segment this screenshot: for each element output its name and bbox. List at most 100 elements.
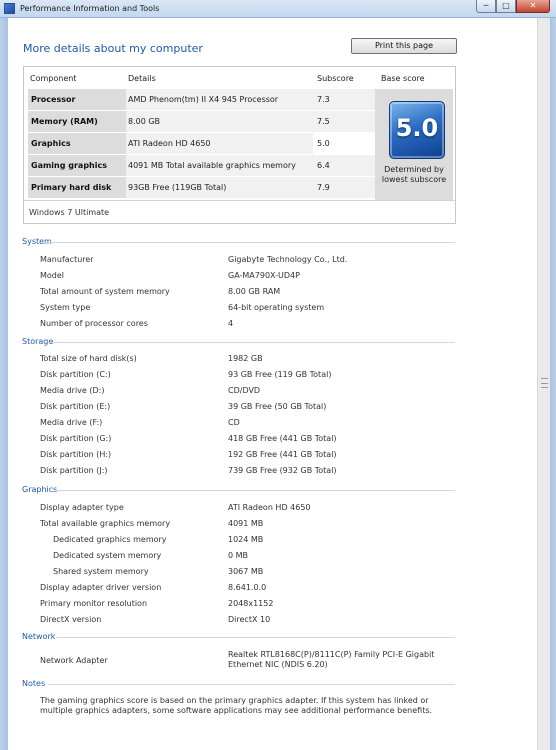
column-header-details: Details	[128, 74, 156, 83]
storage-f-label: Media drive (F:)	[40, 418, 103, 427]
storage-g-label: Disk partition (G:)	[40, 434, 112, 443]
storage-f-value: CD	[228, 418, 240, 427]
graphics-driver-value: 8.641.0.0	[228, 583, 267, 592]
graphics-dedicated-system-label: Dedicated system memory	[53, 551, 162, 560]
base-score-caption: Determined by lowest subscore	[375, 165, 453, 185]
score-table-header: Component Details Subscore Base score	[24, 67, 455, 89]
section-title-graphics: Graphics	[22, 485, 58, 494]
windows-edition: Windows 7 Ultimate	[24, 200, 455, 223]
storage-h-label: Disk partition (H:)	[40, 450, 112, 459]
system-model-label: Model	[40, 271, 65, 280]
graphics-resolution-label: Primary monitor resolution	[40, 599, 148, 608]
component-details: 4091 MB Total available graphics memory	[126, 155, 313, 176]
storage-e-label: Disk partition (E:)	[40, 402, 111, 411]
system-cores-value: 4	[228, 319, 234, 328]
score-row-graphics: Graphics ATI Radeon HD 4650 5.0	[28, 133, 375, 154]
score-row-memory: Memory (RAM) 8.00 GB 7.5	[28, 111, 375, 132]
component-subscore: 6.4	[313, 155, 375, 176]
component-name: Primary hard disk	[28, 177, 126, 198]
scrollbar-grip-icon[interactable]	[541, 378, 548, 388]
base-score-caption-line-2: lowest subscore	[381, 175, 447, 184]
network-adapter-value: Realtek RTL8168C(P)/8111C(P) Family PCI-…	[228, 650, 435, 669]
system-memory-value: 8.00 GB RAM	[228, 287, 281, 296]
storage-e-value: 39 GB Free (50 GB Total)	[228, 402, 327, 411]
storage-total-label: Total size of hard disk(s)	[40, 354, 137, 363]
component-details: ATI Radeon HD 4650	[126, 133, 313, 154]
score-row-gaming-graphics: Gaming graphics 4091 MB Total available …	[28, 155, 375, 176]
system-manufacturer-label: Manufacturer	[40, 255, 94, 264]
storage-c-label: Disk partition (C:)	[40, 370, 111, 379]
component-details: 8.00 GB	[126, 111, 313, 132]
column-header-component: Component	[30, 74, 77, 83]
component-name: Graphics	[28, 133, 126, 154]
vertical-scrollbar[interactable]	[537, 18, 550, 750]
title-bar: Performance Information and Tools ─ □ ✕	[0, 0, 556, 18]
window-title: Performance Information and Tools	[20, 4, 160, 13]
storage-g-value: 418 GB Free (441 GB Total)	[228, 434, 337, 443]
storage-d-value: CD/DVD	[228, 386, 261, 395]
maximize-button[interactable]: □	[496, 0, 516, 13]
graphics-total-memory-value: 4091 MB	[228, 519, 264, 528]
column-header-subscore: Subscore	[317, 74, 354, 83]
component-details: 93GB Free (119GB Total)	[126, 177, 313, 198]
graphics-resolution-value: 2048x1152	[228, 599, 274, 608]
system-type-label: System type	[40, 303, 91, 312]
score-row-processor: Processor AMD Phenom(tm) II X4 945 Proce…	[28, 89, 375, 110]
graphics-directx-value: DirectX 10	[228, 615, 271, 624]
storage-c-value: 93 GB Free (119 GB Total)	[228, 370, 332, 379]
score-table: Component Details Subscore Base score Pr…	[23, 66, 456, 224]
close-button[interactable]: ✕	[516, 0, 550, 13]
storage-j-label: Disk partition (J:)	[40, 466, 108, 475]
network-adapter-label: Network Adapter	[40, 656, 108, 665]
content-pane: More details about my computer Print thi…	[8, 18, 537, 750]
graphics-dedicated-system-value: 0 MB	[228, 551, 249, 560]
graphics-adapter-label: Display adapter type	[40, 503, 124, 512]
component-name: Memory (RAM)	[28, 111, 126, 132]
section-divider	[44, 242, 455, 243]
section-title-notes: Notes	[22, 679, 46, 688]
section-divider	[56, 490, 455, 491]
section-divider	[48, 342, 455, 343]
component-subscore: 7.5	[313, 111, 375, 132]
base-score-value: 5.0	[395, 114, 439, 142]
graphics-total-memory-label: Total available graphics memory	[40, 519, 171, 528]
print-page-button[interactable]: Print this page	[351, 38, 457, 54]
storage-h-value: 192 GB Free (441 GB Total)	[228, 450, 337, 459]
base-score-cell: 5.0 Determined by lowest subscore	[375, 89, 453, 201]
performance-app-icon	[4, 3, 15, 14]
storage-total-value: 1982 GB	[228, 354, 263, 363]
storage-d-label: Media drive (D:)	[40, 386, 105, 395]
section-divider	[56, 637, 455, 638]
section-title-network: Network	[22, 632, 56, 641]
graphics-shared-memory-value: 3067 MB	[228, 567, 264, 576]
component-subscore: 7.3	[313, 89, 375, 110]
graphics-driver-label: Display adapter driver version	[40, 583, 162, 592]
page-heading: More details about my computer	[23, 42, 203, 55]
system-memory-label: Total amount of system memory	[40, 287, 170, 296]
component-subscore: 7.9	[313, 177, 375, 198]
window-frame-right	[550, 18, 556, 750]
system-cores-label: Number of processor cores	[40, 319, 148, 328]
component-name: Processor	[28, 89, 126, 110]
notes-text: The gaming graphics score is based on th…	[40, 696, 433, 715]
section-divider	[48, 684, 455, 685]
base-score-caption-line-1: Determined by	[384, 165, 444, 174]
window-frame-left	[0, 18, 8, 750]
minimize-button[interactable]: ─	[476, 0, 496, 13]
base-score-badge-icon: 5.0	[389, 101, 445, 159]
graphics-dedicated-memory-label: Dedicated graphics memory	[53, 535, 167, 544]
system-model-value: GA-MA790X-UD4P	[228, 271, 300, 280]
component-name: Gaming graphics	[28, 155, 126, 176]
storage-j-value: 739 GB Free (932 GB Total)	[228, 466, 337, 475]
component-subscore: 5.0	[313, 133, 375, 154]
column-header-base-score: Base score	[381, 74, 425, 83]
graphics-dedicated-memory-value: 1024 MB	[228, 535, 264, 544]
component-details: AMD Phenom(tm) II X4 945 Processor	[126, 89, 313, 110]
system-type-value: 64-bit operating system	[228, 303, 325, 312]
graphics-directx-label: DirectX version	[40, 615, 102, 624]
window-controls: ─ □ ✕	[476, 0, 550, 14]
graphics-shared-memory-label: Shared system memory	[53, 567, 149, 576]
score-row-primary-hard-disk: Primary hard disk 93GB Free (119GB Total…	[28, 177, 375, 198]
system-manufacturer-value: Gigabyte Technology Co., Ltd.	[228, 255, 348, 264]
graphics-adapter-value: ATI Radeon HD 4650	[228, 503, 311, 512]
